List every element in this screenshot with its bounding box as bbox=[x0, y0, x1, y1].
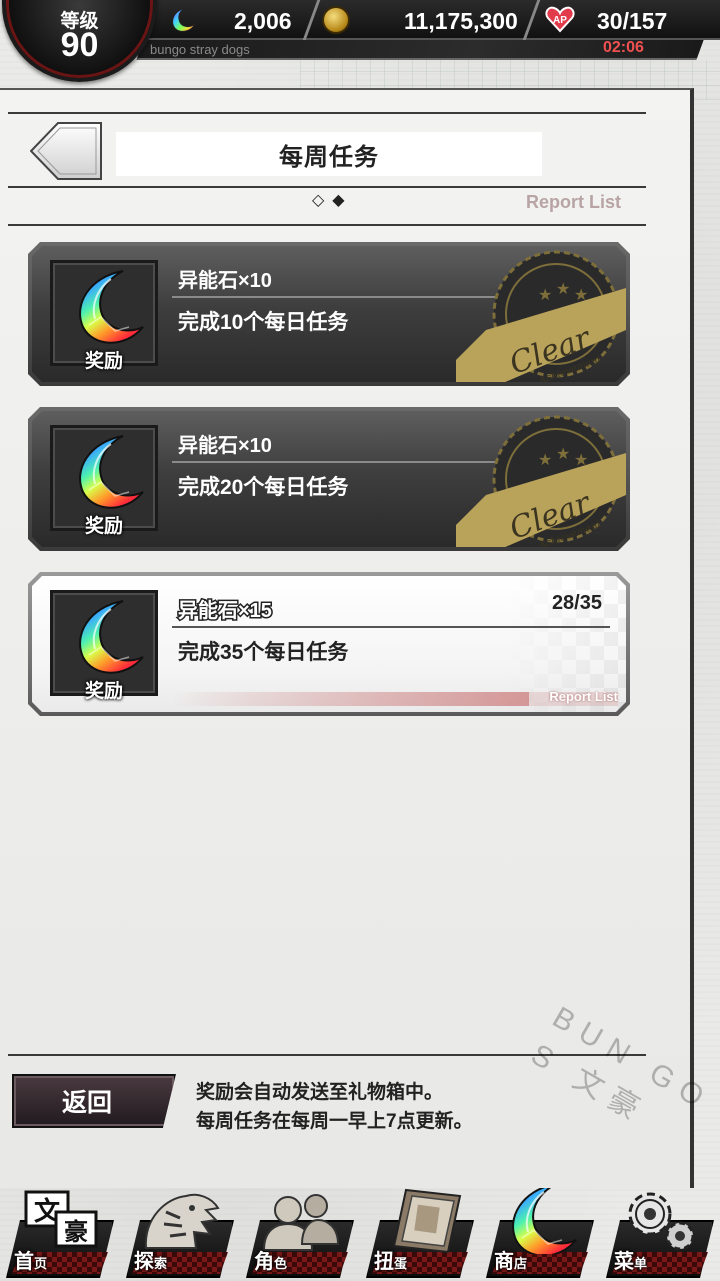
notice-line: 奖励会自动发送至礼物箱中。 bbox=[196, 1082, 444, 1103]
nav-label: 首页 bbox=[14, 1251, 48, 1273]
notice-line: 每周任务在每周一早上7点更新。 bbox=[196, 1111, 473, 1132]
nav-home[interactable]: 文 豪 首页 bbox=[6, 1188, 114, 1278]
nav-label: 探索 bbox=[134, 1251, 168, 1273]
nav-shop[interactable]: 商店 bbox=[486, 1188, 594, 1278]
mission-reward: 异能石×10 bbox=[178, 435, 272, 457]
mission-card[interactable]: 奖励 异能石×10 完成10个每日任务 bbox=[28, 242, 630, 386]
reward-frame: 奖励 bbox=[50, 425, 158, 531]
stamina-timer: 02:06 bbox=[603, 39, 644, 56]
mission-card[interactable]: 奖励 异能石×15 28/35 完成35个每日任务 Report List bbox=[28, 572, 630, 716]
mission-description: 完成10个每日任务 bbox=[178, 311, 349, 334]
level-value: 90 bbox=[60, 26, 99, 64]
mission-reward: 异能石×15 bbox=[178, 600, 272, 622]
mission-card-body: 奖励 异能石×10 完成10个每日任务 bbox=[32, 246, 626, 382]
clear-stamp-icon bbox=[456, 415, 626, 551]
progress-bar-fill bbox=[172, 692, 529, 706]
gem-icon bbox=[172, 7, 196, 32]
reward-label: 奖励 bbox=[84, 681, 123, 702]
report-list-label: Report List bbox=[549, 689, 618, 704]
page-indicator: ◇◆ bbox=[312, 192, 353, 209]
reward-frame: 奖励 bbox=[50, 590, 158, 696]
nav-menu[interactable]: 菜单 bbox=[606, 1188, 714, 1278]
mission-card-body: 奖励 异能石×10 完成20个每日任务 bbox=[32, 411, 626, 547]
mission-card-body: 奖励 异能石×15 28/35 完成35个每日任务 Report List bbox=[32, 576, 626, 712]
nav-label: 扭蛋 bbox=[374, 1251, 408, 1273]
divider bbox=[172, 626, 610, 628]
status-bar: 等级 90 2,006 11,175,300 AP 30/157 bungo s… bbox=[0, 0, 720, 82]
gold-coin-icon bbox=[322, 6, 350, 34]
nav-label: 菜单 bbox=[614, 1251, 648, 1273]
nav-label: 商店 bbox=[494, 1251, 528, 1273]
nav-characters[interactable]: 角色 bbox=[246, 1188, 354, 1278]
ability-stone-icon bbox=[71, 434, 145, 512]
reward-label: 奖励 bbox=[84, 516, 123, 537]
notice-text: 奖励会自动发送至礼物箱中。 每周任务在每周一早上7点更新。 bbox=[196, 1078, 473, 1136]
reward-label: 奖励 bbox=[84, 351, 123, 372]
divider bbox=[8, 186, 646, 188]
divider bbox=[8, 112, 646, 114]
nav-explore[interactable]: 探索 bbox=[126, 1188, 234, 1278]
nav-label: 角色 bbox=[254, 1251, 288, 1273]
svg-text:AP: AP bbox=[553, 15, 567, 26]
gold-count: 11,175,300 bbox=[404, 8, 518, 34]
ability-stone-icon bbox=[71, 599, 145, 677]
report-list-label: Report List bbox=[526, 192, 622, 212]
page-title: 每周任务 bbox=[116, 132, 542, 176]
stamina-heart-icon: AP bbox=[545, 6, 575, 33]
game-subtitle: bungo stray dogs bbox=[150, 42, 250, 57]
divider bbox=[8, 224, 646, 226]
bottom-nav: 文 豪 首页 探索 角色 扭蛋 商店 菜单 bbox=[0, 1180, 720, 1281]
mission-description: 完成35个每日任务 bbox=[178, 641, 349, 664]
clear-stamp-icon bbox=[456, 250, 626, 386]
reward-frame: 奖励 bbox=[50, 260, 158, 366]
back-arrow-icon[interactable] bbox=[30, 122, 102, 180]
gem-count: 2,006 bbox=[234, 8, 292, 34]
mission-reward: 异能石×10 bbox=[178, 270, 272, 292]
nav-gacha[interactable]: 扭蛋 bbox=[366, 1188, 474, 1278]
stamina-count: 30/157 bbox=[597, 8, 668, 34]
svg-text:豪: 豪 bbox=[64, 1217, 88, 1246]
ability-stone-icon bbox=[71, 269, 145, 347]
mission-progress: 28/35 bbox=[551, 592, 602, 614]
mission-description: 完成20个每日任务 bbox=[178, 476, 349, 499]
mission-card[interactable]: 奖励 异能石×10 完成20个每日任务 bbox=[28, 407, 630, 551]
back-button[interactable]: 返回 bbox=[12, 1074, 176, 1128]
